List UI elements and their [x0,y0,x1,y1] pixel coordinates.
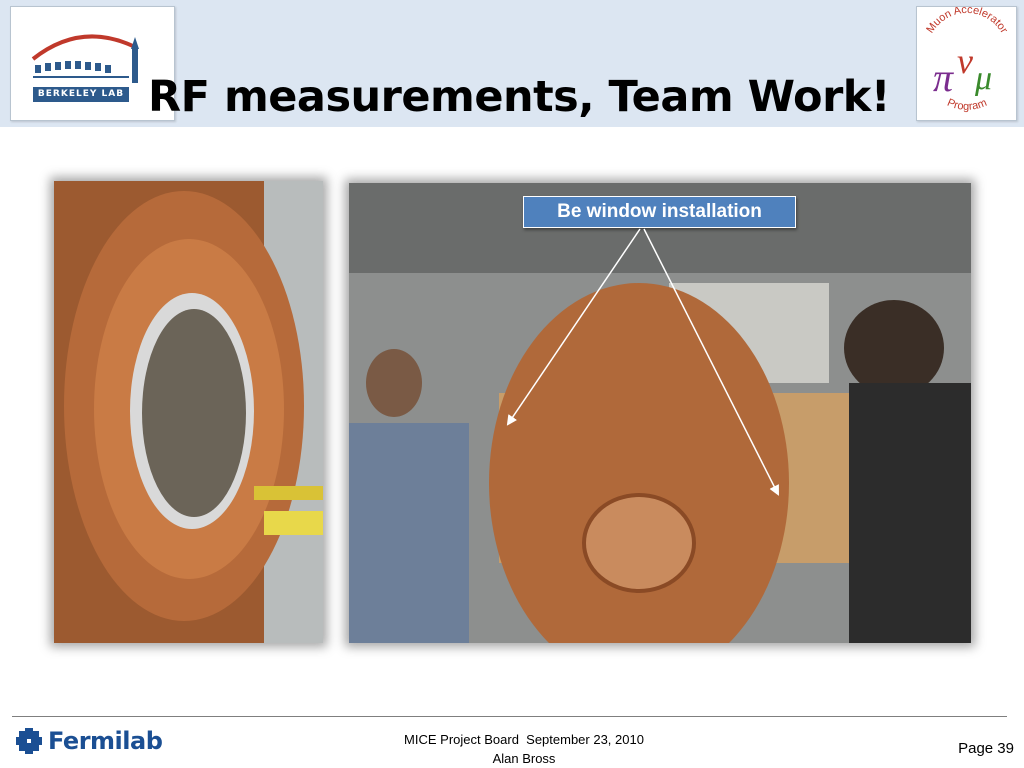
copper-cavity-window-image [54,181,323,643]
footer-author: Alan Bross [492,751,556,766]
svg-text:ν: ν [957,41,973,81]
svg-text:μ: μ [974,60,992,97]
muon-accelerator-program-logo: Muon Accelerator ν π μ Program [916,4,1017,121]
svg-text:Muon Accelerator: Muon Accelerator [924,7,1010,36]
muon-accelerator-emblem: Muon Accelerator ν π μ Program [924,4,1010,113]
be-window-installation-callout: Be window installation [523,196,796,228]
team-installation-photo [349,183,971,683]
svg-text:π: π [933,55,954,100]
muon-logo-top-text: Muon Accelerator [924,4,1010,36]
fermilab-wordmark: Fermilab [48,727,163,755]
fermilab-logo: Fermilab [16,726,163,756]
fermilab-emblem-icon [16,728,42,754]
page-number: Page 39 [958,740,1014,757]
footer-event-date: MICE Project Board September 23, 2010 [404,732,644,747]
svg-text:Program: Program [945,97,988,113]
muon-logo-bottom-text: Program [945,97,988,113]
footer-divider [12,716,1007,717]
slide-title: RF measurements, Team Work! [148,72,890,122]
cavity-photo-left [54,181,323,643]
berkeley-lab-wordmark: BERKELEY LAB [33,87,129,102]
team-installing-window-image [349,183,971,683]
footer-info: MICE Project Board September 23, 2010 Al… [344,730,704,768]
